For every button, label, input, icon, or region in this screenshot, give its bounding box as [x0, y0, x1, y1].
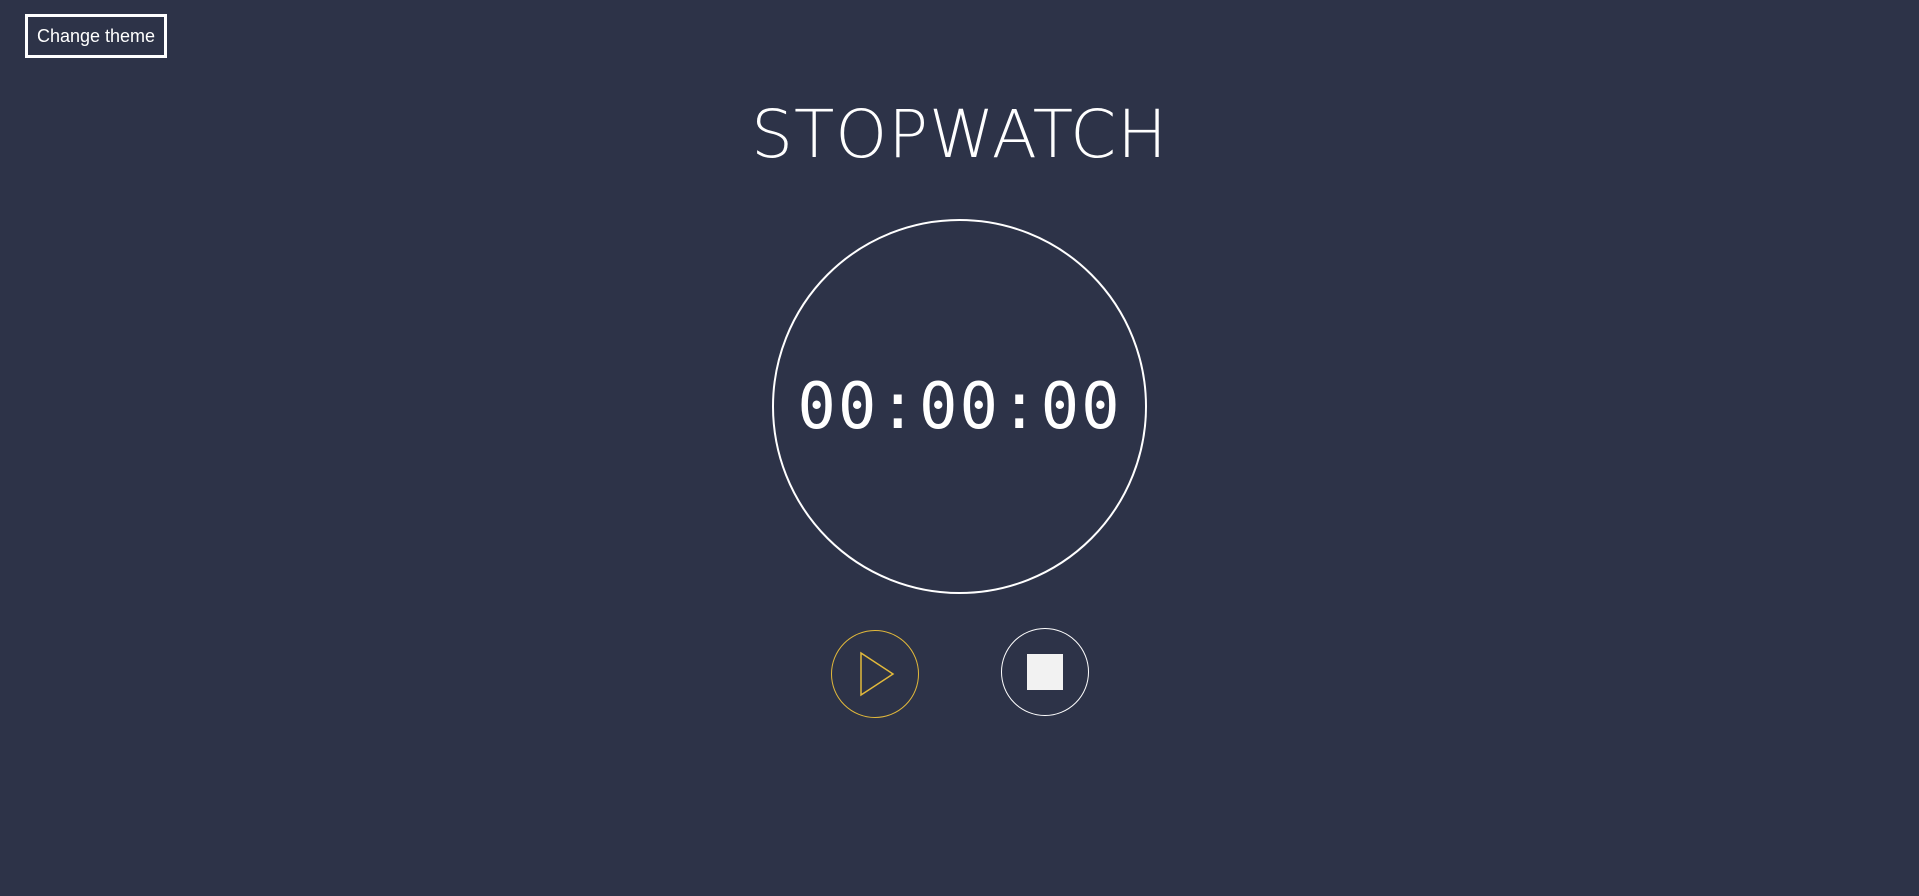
stop-icon [1027, 654, 1063, 690]
play-icon [860, 651, 895, 697]
stopwatch-dial: 00:00:00 [772, 219, 1147, 594]
change-theme-button[interactable]: Change theme [25, 14, 167, 58]
stop-button[interactable] [1001, 628, 1089, 716]
page-title: STOPWATCH [751, 96, 1168, 173]
play-button[interactable] [831, 630, 919, 718]
time-display: 00:00:00 [797, 369, 1122, 444]
